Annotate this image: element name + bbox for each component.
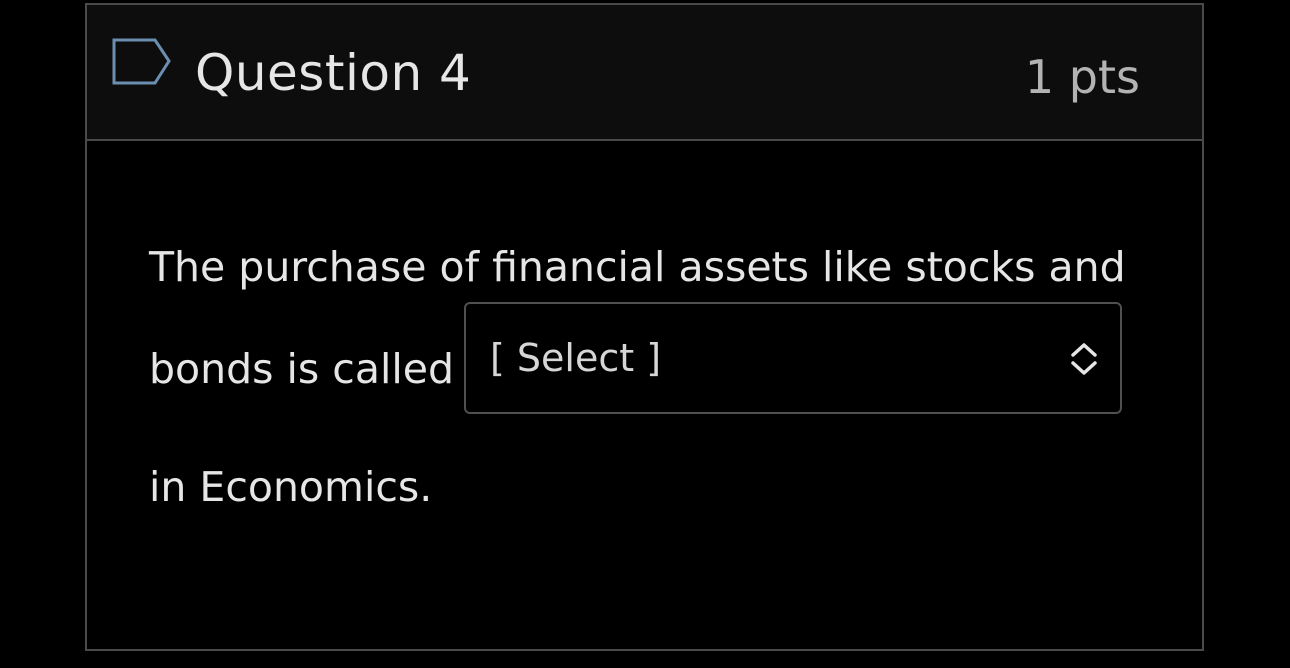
flag-question-icon[interactable]: [111, 37, 173, 87]
answer-select[interactable]: [ Select ]: [464, 302, 1122, 414]
question-text-line-3: in Economics.: [149, 463, 433, 511]
question-points: 1 pts: [1024, 50, 1140, 104]
question-text-line-2: bonds is called: [149, 345, 454, 393]
question-title: Question 4: [195, 44, 472, 102]
question-card: Question 4 1 pts The purchase of financi…: [85, 3, 1204, 651]
up-down-chevron-icon: [1068, 340, 1100, 378]
answer-select-value: [ Select ]: [490, 336, 662, 380]
question-text-line-1: The purchase of financial assets like st…: [149, 243, 1126, 291]
question-header: Question 4 1 pts: [87, 5, 1202, 141]
